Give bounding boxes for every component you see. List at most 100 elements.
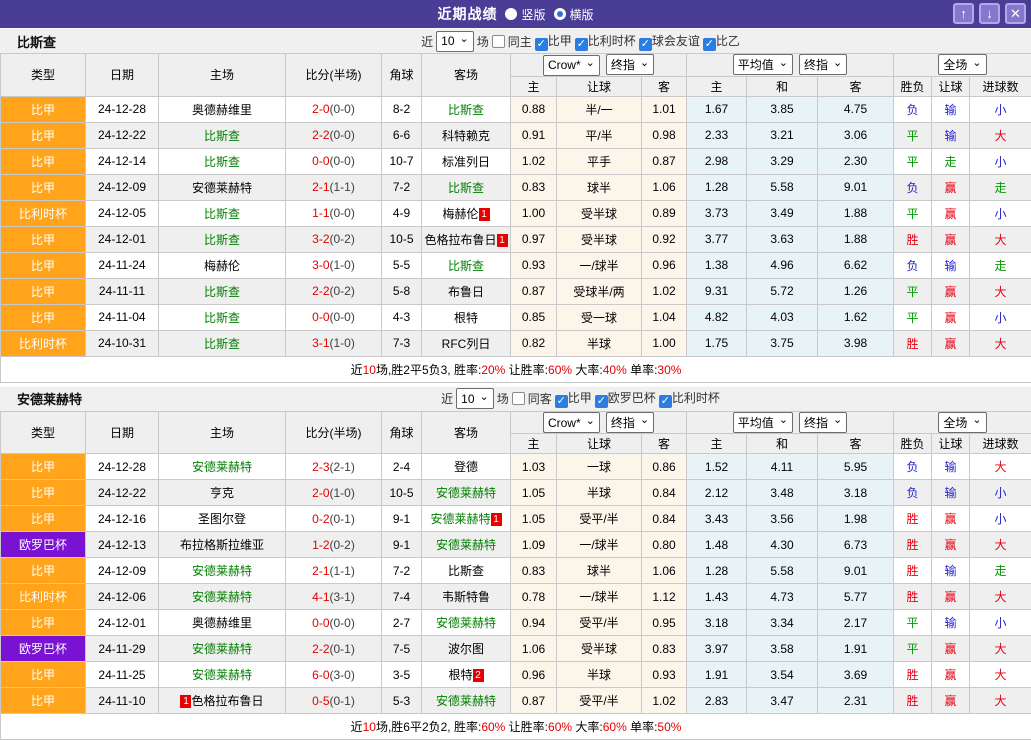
away-team: 安德莱赫特1 <box>422 506 511 532</box>
handicap-odds-cell: 受球半/两 <box>557 278 642 304</box>
same-venue-checkbox[interactable] <box>492 35 505 48</box>
window-title: 近期战绩 <box>437 4 497 24</box>
fulltime-score: 2-2 <box>312 128 329 142</box>
handicap-odds-cell: 受平/半 <box>557 688 642 714</box>
league-type-cell: 比甲 <box>1 304 86 330</box>
corners-cell: 9-1 <box>382 506 422 532</box>
move-down-button[interactable]: ↓ <box>979 3 1000 24</box>
score-cell: 0-2(0-1) <box>286 506 382 532</box>
summary-segment: 场,胜2平5负3, 胜率: <box>376 363 481 377</box>
away-team: 波尔图 <box>422 636 511 662</box>
red-card-badge: 1 <box>180 695 191 708</box>
league-checkbox[interactable]: ✓ <box>639 38 652 51</box>
score-cell: 6-0(3-0) <box>286 662 382 688</box>
europe-odds-cell: 3.34 <box>747 610 818 636</box>
header-row-groups: 类型日期主场比分(半场)角球客场Crow*⌄终指⌄平均值⌄终指⌄全场⌄ <box>1 411 1031 434</box>
match-row: 比甲24-12-14比斯查0-0(0-0)10-7标准列日1.02平手0.872… <box>1 148 1031 174</box>
handicap-odds-cell: 0.86 <box>642 454 687 480</box>
score-cell: 1-2(0-2) <box>286 532 382 558</box>
handicap-odds-cell: 1.04 <box>642 304 687 330</box>
handicap-odds-cell: 0.78 <box>511 584 557 610</box>
score-cell: 4-1(3-1) <box>286 584 382 610</box>
titlebar: 近期战绩 竖版 横版 ↑ ↓ ✕ <box>0 0 1031 28</box>
league-checkbox[interactable]: ✓ <box>555 395 568 408</box>
league-checkbox[interactable]: ✓ <box>575 38 588 51</box>
handicap-odds-cell: 1.02 <box>642 688 687 714</box>
summary-table-row: 近10场,胜6平2负2, 胜率:60% 让胜率:60% 大率:60% 单率:50… <box>1 714 1031 740</box>
halftime-score: (0-0) <box>330 102 355 116</box>
home-team: 安德莱赫特 <box>159 558 286 584</box>
away-team: 色格拉布鲁日1 <box>422 226 511 252</box>
europe-odds-cell: 2.31 <box>818 688 894 714</box>
average-odds-select[interactable]: 平均值⌄ <box>733 54 793 75</box>
recent-count-select[interactable]: 10⌄ <box>436 31 474 52</box>
section-bar: 安德莱赫特近10⌄场 同客✓比甲✓欧罗巴杯✓比利时杯 <box>0 386 1031 411</box>
final-odds-select-2[interactable]: 终指⌄ <box>799 412 847 433</box>
radio-icon-horizontal[interactable] <box>554 8 566 20</box>
league-type-cell: 比甲 <box>1 558 86 584</box>
sub-column-header: 让球 <box>932 76 970 96</box>
layout-radio-horizontal[interactable]: 横版 <box>554 6 594 23</box>
league-type-cell: 比甲 <box>1 688 86 714</box>
halftime-score: (0-2) <box>330 232 355 246</box>
europe-odds-cell: 5.58 <box>747 174 818 200</box>
chevron-down-icon: ⌄ <box>586 417 595 425</box>
section-bar: 比斯查近10⌄场 同主✓比甲✓比利时杯✓球会友谊✓比乙 <box>0 28 1031 53</box>
league-checkbox[interactable]: ✓ <box>703 38 716 51</box>
column-header: 角球 <box>382 54 422 97</box>
average-odds-select[interactable]: 平均值⌄ <box>733 412 793 433</box>
handicap-odds-cell: 1.05 <box>511 506 557 532</box>
result-cell: 赢 <box>932 200 970 226</box>
home-team: 安德莱赫特 <box>159 584 286 610</box>
europe-odds-cell: 3.97 <box>687 636 747 662</box>
final-odds-select[interactable]: 终指⌄ <box>606 54 654 75</box>
result-cell: 胜 <box>894 330 932 356</box>
europe-odds-cell: 9.31 <box>687 278 747 304</box>
europe-odds-cell: 1.62 <box>818 304 894 330</box>
near-label: 近 <box>441 390 453 407</box>
result-group: 全场⌄ <box>894 54 1031 77</box>
handicap-odds-cell: 0.83 <box>511 558 557 584</box>
corners-cell: 6-6 <box>382 122 422 148</box>
league-checkbox[interactable]: ✓ <box>535 38 548 51</box>
halftime-score: (0-1) <box>330 512 355 526</box>
league-checkbox[interactable]: ✓ <box>595 395 608 408</box>
column-header: 类型 <box>1 54 86 97</box>
europe-odds-cell: 1.52 <box>687 454 747 480</box>
bookmaker-select[interactable]: Crow*⌄ <box>543 412 600 433</box>
sub-column-header: 胜负 <box>894 76 932 96</box>
score-cell: 2-1(1-1) <box>286 558 382 584</box>
final-odds-select[interactable]: 终指⌄ <box>606 412 654 433</box>
home-team-name: 色格拉布鲁日 <box>191 694 263 708</box>
final-odds-select-value: 终指 <box>611 414 635 431</box>
sub-column-header: 让球 <box>557 434 642 454</box>
radio-icon-vertical[interactable] <box>505 8 517 20</box>
fulltime-score: 2-2 <box>312 284 329 298</box>
handicap-odds-cell: 0.98 <box>642 122 687 148</box>
home-team-name: 安德莱赫特 <box>192 181 252 195</box>
close-button[interactable]: ✕ <box>1005 3 1026 24</box>
corners-cell: 8-2 <box>382 96 422 122</box>
fulltime-score: 2-2 <box>312 642 329 656</box>
column-header: 比分(半场) <box>286 54 382 97</box>
fulltime-score: 0-0 <box>312 154 329 168</box>
final-odds-select-2[interactable]: 终指⌄ <box>799 54 847 75</box>
recent-count-select[interactable]: 10⌄ <box>456 388 494 409</box>
handicap-odds-cell: 1.03 <box>511 454 557 480</box>
score-cell: 2-2(0-2) <box>286 278 382 304</box>
match-row: 欧罗巴杯24-11-29安德莱赫特2-2(0-1)7-5波尔图1.06受半球0.… <box>1 636 1031 662</box>
league-checkbox[interactable]: ✓ <box>659 395 672 408</box>
handicap-odds-group: Crow*⌄ 终指⌄ <box>511 54 687 77</box>
result-cell: 小 <box>970 148 1031 174</box>
match-date: 24-11-10 <box>86 688 159 714</box>
same-venue-checkbox[interactable] <box>512 392 525 405</box>
layout-radio-vertical[interactable]: 竖版 <box>505 6 545 23</box>
summary-table-row: 近10场,胜2平5负3, 胜率:20% 让胜率:60% 大率:40% 单率:30… <box>1 356 1031 382</box>
fulltime-select-value: 全场 <box>943 56 967 73</box>
away-team: 安德莱赫特 <box>422 688 511 714</box>
fulltime-select[interactable]: 全场⌄ <box>938 54 986 75</box>
result-cell: 平 <box>894 304 932 330</box>
fulltime-select[interactable]: 全场⌄ <box>938 412 986 433</box>
move-up-button[interactable]: ↑ <box>953 3 974 24</box>
bookmaker-select[interactable]: Crow*⌄ <box>543 55 600 76</box>
